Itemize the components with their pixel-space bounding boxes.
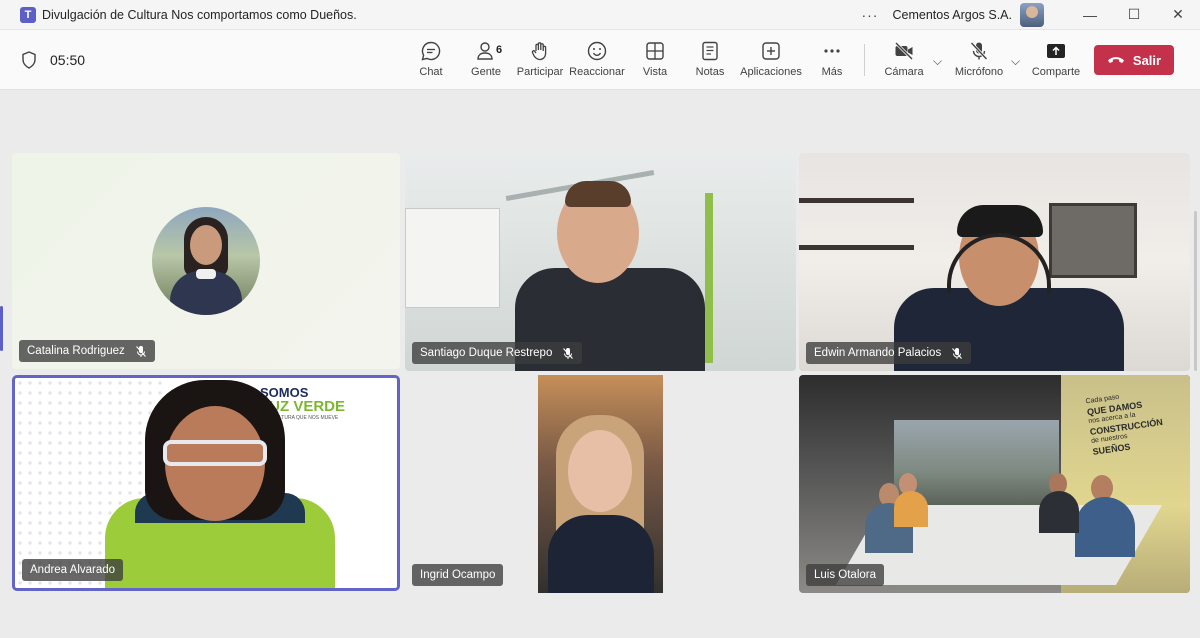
chat-label: Chat [419, 66, 443, 78]
minimize-button[interactable]: — [1068, 0, 1112, 30]
participant-tile[interactable]: Edwin Armando Palacios [799, 153, 1190, 371]
more-options-button[interactable]: ··· [861, 7, 878, 23]
camera-button[interactable]: Cámara [874, 40, 934, 78]
raise-hand-button[interactable]: Participar [510, 40, 570, 78]
account-avatar[interactable] [1020, 2, 1044, 27]
participant-tile[interactable]: Catalina Rodriguez [12, 153, 400, 369]
more-icon [824, 49, 840, 53]
participant-name-tag: Catalina Rodriguez [19, 340, 155, 362]
notes-label: Notas [695, 66, 725, 78]
participant-name: Luis Otalora [814, 569, 877, 581]
participant-name: Catalina Rodriguez [27, 345, 125, 357]
person-face [568, 430, 632, 512]
video-stage: Catalina Rodriguez Santiago Duque Restre… [0, 91, 1200, 638]
person-shirt [548, 515, 654, 593]
apps-label: Aplicaciones [740, 66, 802, 78]
meeting-timer: 05:50 [50, 51, 86, 68]
participant-name: Santiago Duque Restrepo [420, 347, 553, 359]
shelf [799, 198, 914, 203]
more-actions-button[interactable]: Más [802, 40, 862, 78]
share-icon [1047, 44, 1065, 58]
person-shirt [1039, 491, 1079, 533]
person-shirt [1075, 497, 1135, 557]
participant-name-tag: Andrea Alvarado [22, 559, 124, 581]
notes-button[interactable]: Notas [680, 40, 740, 78]
participant-tile[interactable]: Ingrid Ocampo [405, 375, 796, 593]
people-icon [477, 42, 493, 60]
view-button[interactable]: Vista [625, 40, 685, 78]
leave-label: Salir [1132, 52, 1162, 68]
organization-name: Cementos Argos S.A. [892, 7, 1012, 22]
react-button[interactable]: Reaccionar [567, 40, 627, 78]
react-label: Reaccionar [569, 66, 625, 78]
participant-tile[interactable]: Santiago Duque Restrepo [405, 153, 796, 371]
person-hair [565, 181, 631, 207]
more-label: Más [821, 66, 843, 78]
participant-avatar [152, 207, 260, 315]
people-label: Gente [471, 66, 501, 78]
wall-text: Cada paso QUE DAMOS nos acerca a la CONS… [1085, 393, 1164, 457]
title-bar: T Divulgación de Cultura Nos comportamos… [0, 0, 1200, 30]
chat-icon [421, 41, 441, 61]
participant-tile-active-speaker[interactable]: SOMOS LUZ VERDE UNA CULTURA QUE NOS MUEV… [12, 375, 400, 591]
smile-icon [587, 41, 607, 61]
maximize-button[interactable]: ☐ [1112, 0, 1156, 30]
participant-name-tag: Santiago Duque Restrepo [412, 342, 583, 364]
shelf [799, 245, 914, 250]
shield-icon [22, 50, 36, 69]
phone-hangup-icon [1107, 57, 1124, 63]
participant-name: Andrea Alvarado [30, 564, 116, 576]
teams-icon: T [20, 6, 36, 23]
participant-name-tag: Ingrid Ocampo [412, 564, 504, 586]
mic-muted-icon [563, 347, 574, 359]
stage-left-indicator [0, 306, 3, 351]
participant-name: Ingrid Ocampo [420, 569, 496, 581]
leave-button[interactable]: Salir [1094, 45, 1174, 75]
stage-scrollbar[interactable] [1194, 211, 1197, 371]
mic-options-chevron-icon[interactable]: ⌵ [1011, 54, 1020, 69]
toolbar-divider [864, 44, 865, 76]
participant-video [538, 375, 663, 593]
share-label: Comparte [1031, 66, 1081, 78]
microphone-label: Micrófono [954, 66, 1004, 78]
green-pillar [705, 193, 713, 363]
close-button[interactable]: ✕ [1156, 0, 1200, 30]
notes-icon [702, 41, 718, 61]
view-label: Vista [642, 66, 668, 78]
chat-button[interactable]: Chat [401, 40, 461, 78]
meeting-toolbar: 05:50 Chat 6 Gente Participar Reaccionar… [0, 30, 1200, 90]
person-shirt [894, 491, 928, 527]
whiteboard [405, 208, 500, 308]
participant-name-tag: Luis Otalora [806, 564, 885, 586]
mic-muted-icon [135, 345, 146, 357]
participant-tile[interactable]: Cada paso QUE DAMOS nos acerca a la CONS… [799, 375, 1190, 593]
hand-icon [531, 42, 547, 61]
people-button[interactable]: 6 Gente [456, 40, 516, 78]
camera-off-icon [894, 41, 914, 61]
camera-label: Cámara [884, 66, 924, 78]
share-button[interactable]: Comparte [1026, 40, 1086, 78]
people-count-badge: 6 [496, 44, 503, 56]
mic-off-icon [970, 41, 988, 61]
apps-button[interactable]: Aplicaciones [740, 40, 802, 78]
mic-muted-icon [952, 347, 963, 359]
wall-picture [1049, 203, 1137, 278]
camera-options-chevron-icon[interactable]: ⌵ [933, 54, 942, 69]
glasses [163, 440, 267, 466]
grid-view-icon [646, 42, 664, 60]
add-app-icon [762, 42, 780, 60]
participant-name: Edwin Armando Palacios [814, 347, 942, 359]
microphone-button[interactable]: Micrófono [949, 40, 1009, 78]
raise-hand-label: Participar [516, 66, 564, 78]
participant-name-tag: Edwin Armando Palacios [806, 342, 972, 364]
window-title: Divulgación de Cultura Nos comportamos c… [42, 7, 357, 22]
